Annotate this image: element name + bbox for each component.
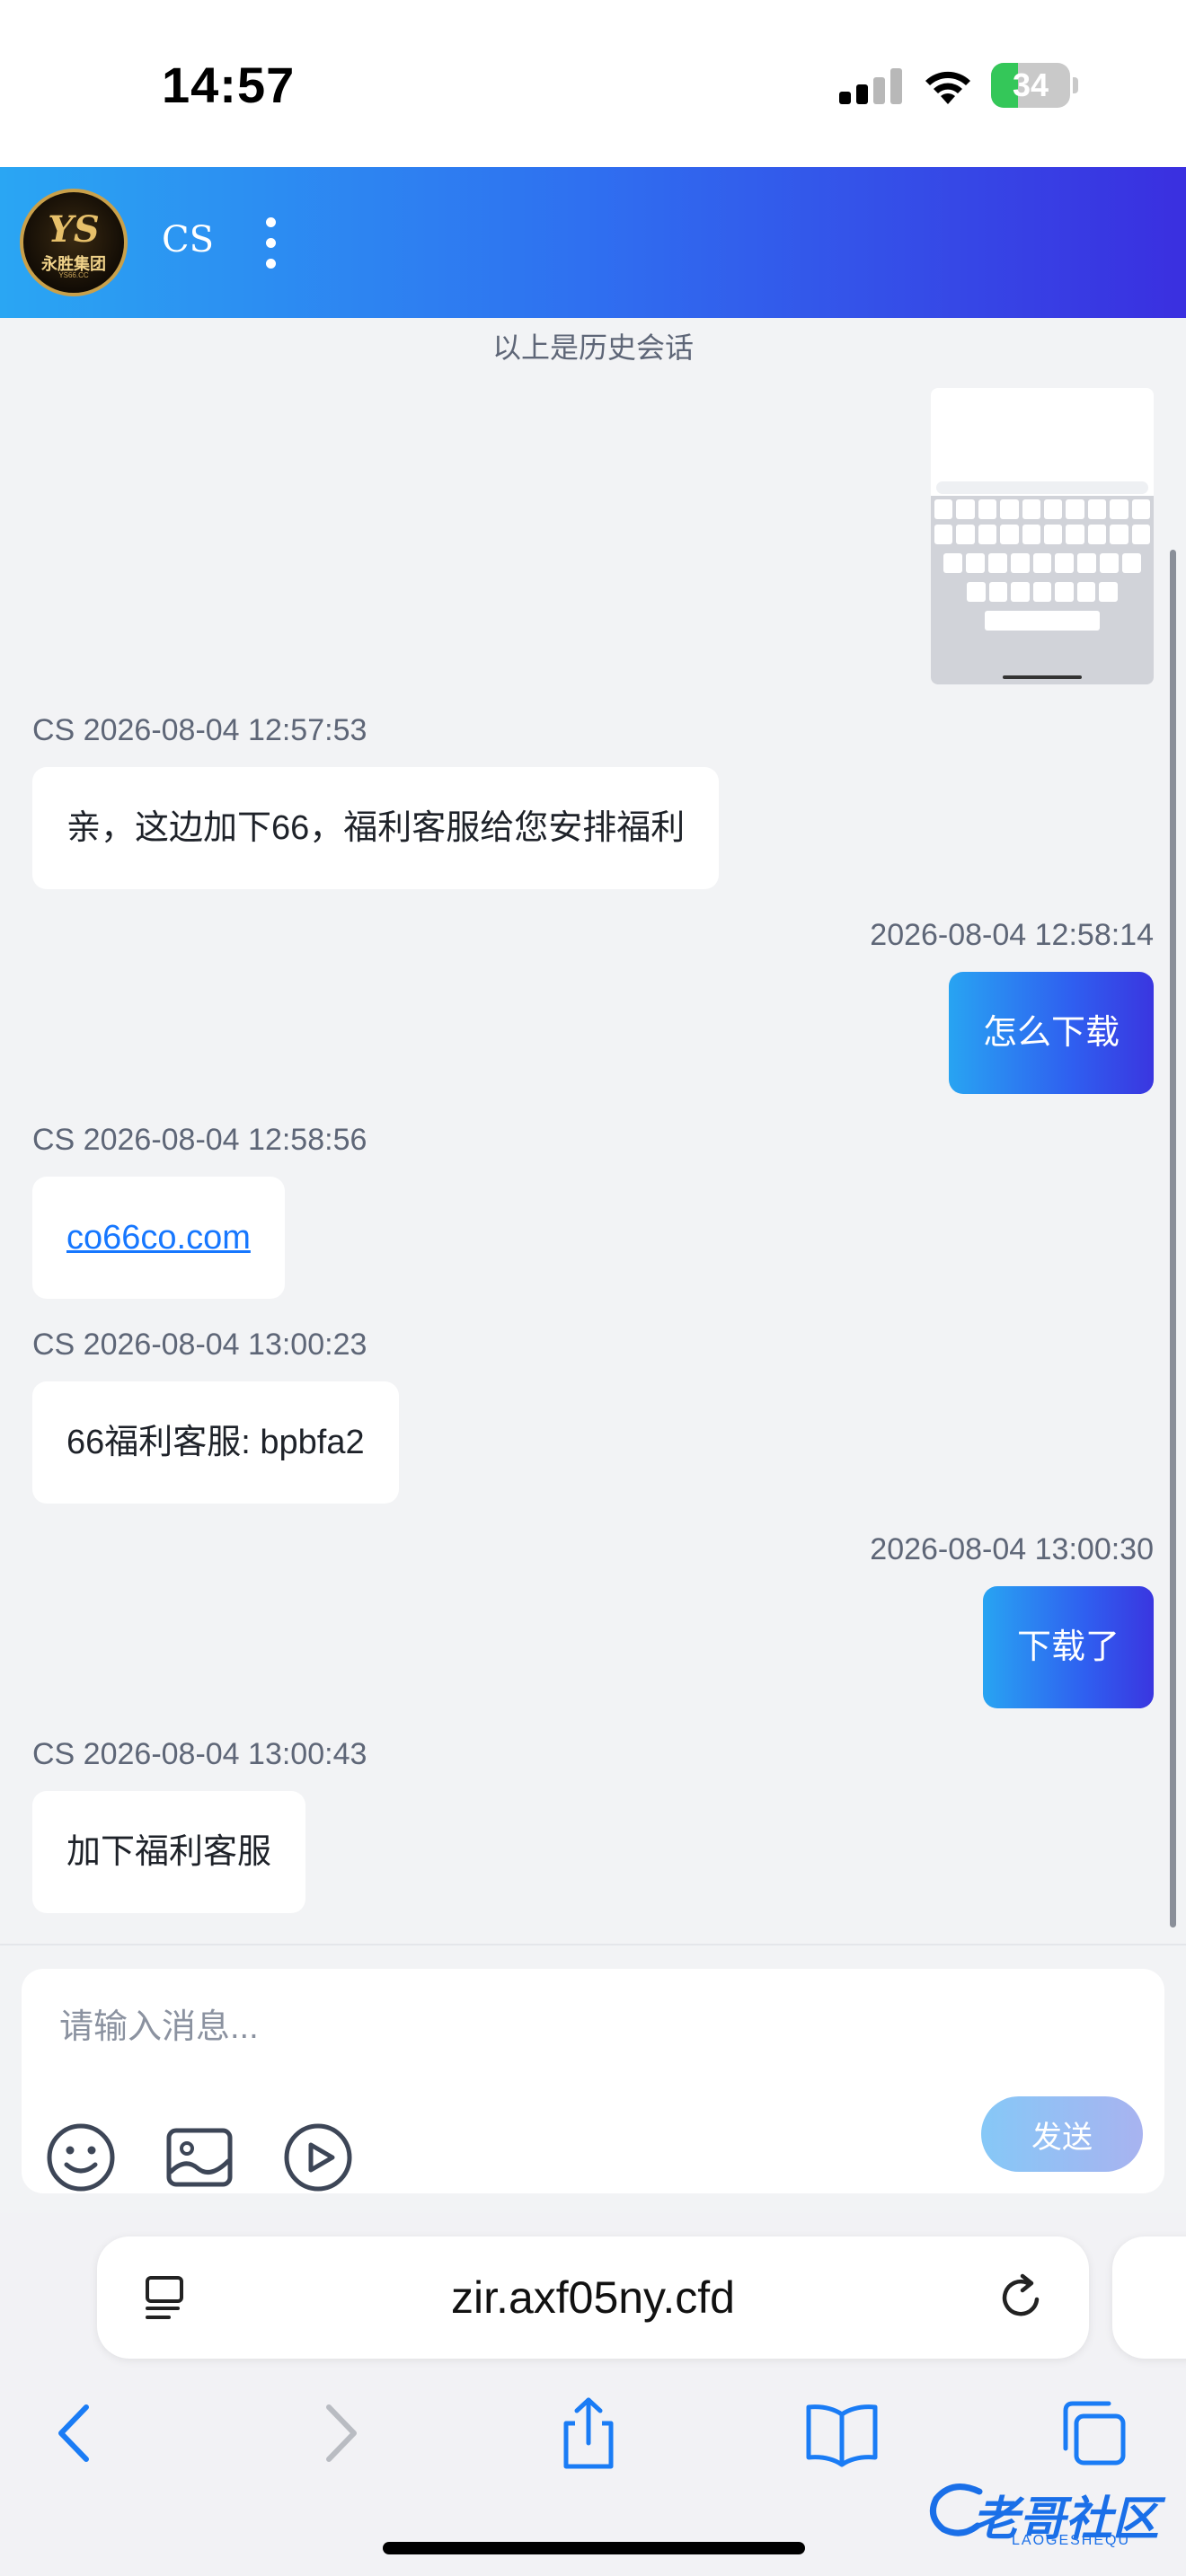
chat-title: CS [162,219,215,260]
video-icon[interactable] [282,2122,354,2193]
chat-message-list[interactable]: 以上是历史会话 CS 2026-08-04 12:57:53 亲，这边加下66，… [0,318,1186,1944]
back-icon[interactable] [38,2393,119,2474]
message-meta: CS 2026-08-04 13:00:23 [32,1328,367,1362]
emoji-icon[interactable] [45,2122,117,2193]
share-icon[interactable] [548,2393,629,2474]
watermark-subtext: LAOGESHEQU [1012,2533,1131,2548]
reload-icon[interactable] [996,2271,1049,2325]
status-time: 14:57 [162,57,296,113]
bookmarks-icon[interactable] [801,2393,882,2474]
more-options-icon[interactable] [261,214,282,273]
cellular-signal-icon [839,68,902,104]
image-message-thumbnail[interactable] [931,388,1154,684]
message-bubble-me: 下载了 [982,1586,1154,1708]
message-bubble-cs: 66福利客服: bpbfa2 [32,1381,399,1504]
message-meta: CS 2026-08-04 12:58:56 [32,1123,367,1157]
composer-panel: 发送 [0,1944,1186,2213]
tabs-icon[interactable] [1053,2393,1134,2474]
message-meta: 2026-08-04 13:00:30 [870,1532,1154,1566]
message-bubble-cs: co66co.com [32,1177,285,1299]
logo-mark: YS [48,208,100,251]
forward-icon[interactable] [296,2393,377,2474]
battery-icon: 34 [991,63,1078,108]
message-meta: CS 2026-08-04 13:00:43 [32,1737,367,1771]
message-link[interactable]: co66co.com [66,1219,251,1257]
image-icon[interactable] [164,2122,235,2193]
battery-percentage: 34 [1012,66,1049,103]
logo-subtext: YS66.CC [58,271,89,279]
message-bubble-cs: 加下福利客服 [32,1791,306,1913]
next-tab-preview[interactable] [1112,2236,1186,2359]
chat-scrollbar[interactable] [1170,550,1176,1928]
watermark-logo: 老哥社区 LAOGESHEQU [925,2474,1186,2554]
home-indicator[interactable] [383,2542,805,2554]
wifi-icon [925,71,970,104]
url-text: zir.axf05ny.cfd [451,2272,735,2323]
message-bubble-me: 怎么下载 [948,972,1154,1094]
message-input[interactable] [59,1996,958,2059]
message-meta: 2026-08-04 12:58:14 [870,918,1154,952]
address-bar[interactable]: zir.axf05ny.cfd [97,2236,1089,2359]
browser-toolbar: zir.axf05ny.cfd 老哥社区 LAOGESHEQU [0,2213,1186,2576]
message-meta: CS 2026-08-04 12:57:53 [32,713,367,747]
status-bar: 14:57 34 [0,0,1186,167]
composer-card: 发送 [22,1969,1164,2193]
send-button[interactable]: 发送 [981,2096,1143,2172]
brand-logo: YS 永胜集团 YS66.CC [20,189,128,296]
phone-screen: 14:57 34 YS 永胜集团 YS66.CC CS 以上是历史会话 CS 2… [0,0,1186,2576]
history-divider: 以上是历史会话 [491,331,694,364]
chat-header: YS 永胜集团 YS66.CC CS [0,167,1186,318]
message-bubble-cs: 亲，这边加下66，福利客服给您安排福利 [32,767,720,889]
